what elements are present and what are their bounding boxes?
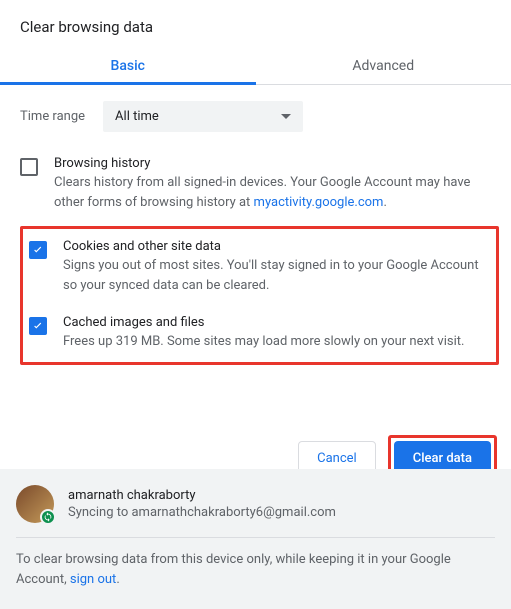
myactivity-link[interactable]: myactivity.google.com [254,195,384,210]
sync-badge-icon [40,509,56,525]
option-cache: Cached images and files Frees up 319 MB.… [29,305,490,362]
tab-basic[interactable]: Basic [0,46,256,84]
option-desc: Clears history from all signed-in device… [54,173,499,212]
account-name: amarnath chakraborty [68,488,336,503]
sign-out-link[interactable]: sign out [70,572,116,587]
chevron-down-icon [281,114,291,119]
checkbox-browsing-history[interactable] [20,158,38,176]
option-title: Cached images and files [63,315,490,330]
time-range-label: Time range [20,109,85,124]
time-range-select[interactable]: All time [103,101,303,132]
dialog-title: Clear browsing data [0,0,511,46]
options-list: Browsing history Clears history from all… [0,140,511,375]
highlighted-options: Cookies and other site data Signs you ou… [20,226,499,365]
time-range-row: Time range All time [0,85,511,140]
avatar [16,485,54,523]
option-title: Browsing history [54,156,499,171]
option-cookies: Cookies and other site data Signs you ou… [29,229,490,305]
option-desc: Signs you out of most sites. You'll stay… [63,256,490,295]
footer: amarnath chakraborty Syncing to amarnath… [0,469,511,609]
footer-note: To clear browsing data from this device … [16,538,495,589]
tab-bar: Basic Advanced [0,46,511,85]
tab-advanced[interactable]: Advanced [256,46,511,84]
checkbox-cache[interactable] [29,317,47,335]
option-title: Cookies and other site data [63,239,490,254]
option-browsing-history: Browsing history Clears history from all… [20,146,499,222]
option-desc: Frees up 319 MB. Some sites may load mor… [63,332,490,352]
time-range-value: All time [115,109,159,124]
account-row: amarnath chakraborty Syncing to amarnath… [16,485,495,538]
checkbox-cookies[interactable] [29,241,47,259]
account-sync-status: Syncing to amarnathchakraborty6@gmail.co… [68,505,336,520]
